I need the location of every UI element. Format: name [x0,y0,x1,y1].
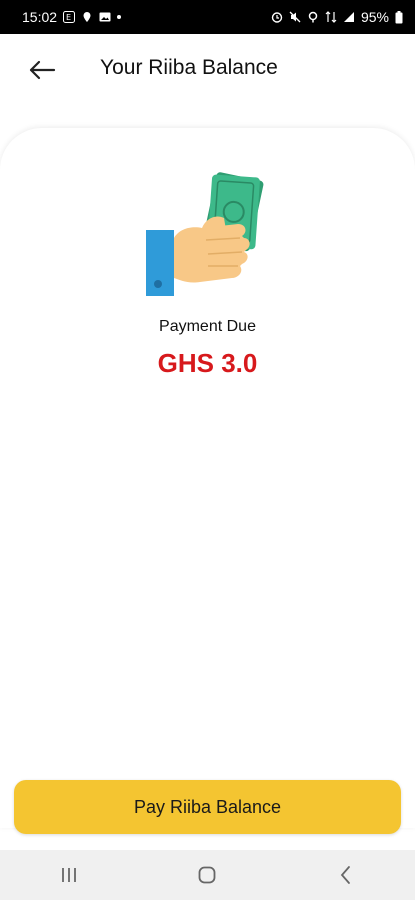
alarm-icon [271,12,283,23]
status-left: 15:02 E [22,9,122,25]
arrow-left-icon [29,60,56,80]
mute-icon [289,11,301,23]
data-network-icon [325,11,337,23]
recents-button[interactable] [49,855,89,895]
location-icon [308,11,318,23]
svg-text:E: E [66,13,71,22]
status-time: 15:02 [22,9,58,25]
pay-balance-button[interactable]: Pay Riiba Balance [14,780,401,834]
notification-app-icon: E [63,11,76,23]
status-right: 95% [271,9,403,25]
nav-back-button[interactable] [326,855,366,895]
more-notifications-dot [117,15,122,19]
page-title: Your Riiba Balance [100,56,278,79]
payment-due-amount: GHS 3.0 [157,348,258,378]
signal-icon [343,12,354,22]
system-nav-bar [0,850,415,900]
app-bar: Your Riiba Balance [0,34,415,106]
status-bar: 15:02 E 95% [0,0,415,34]
home-icon [199,866,216,884]
recents-icon [62,868,77,882]
image-icon [99,12,111,22]
battery-icon [395,10,403,23]
location-pin-icon [83,12,91,22]
back-button[interactable] [24,52,60,88]
back-chevron-icon [340,866,350,884]
home-button[interactable] [187,855,227,895]
payment-due-label: Payment Due [159,318,256,335]
battery-level: 95% [360,9,389,25]
hand-holding-money-icon [146,172,264,296]
